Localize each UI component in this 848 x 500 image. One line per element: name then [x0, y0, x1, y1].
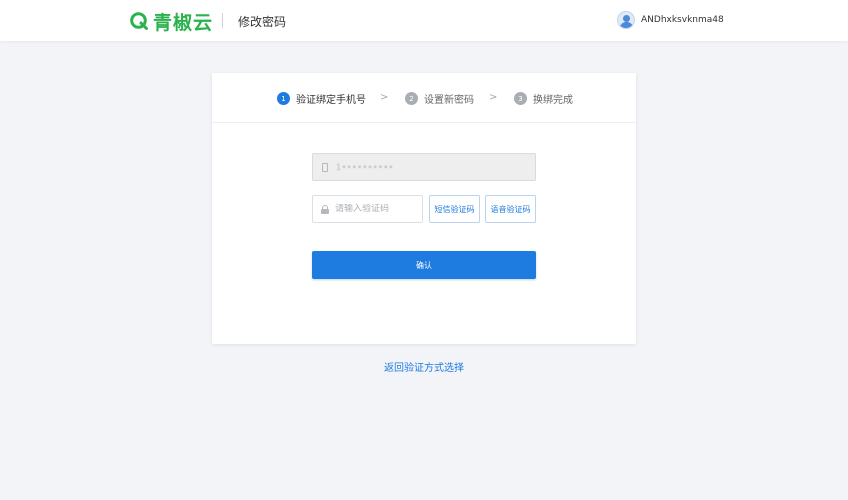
- step-2: 2 设置新密码: [405, 91, 474, 106]
- step-1-number: 1: [277, 92, 290, 105]
- phone-field: 1••••••••••: [312, 153, 536, 181]
- header-divider: [222, 13, 223, 28]
- chevron-right-icon: >: [489, 92, 498, 103]
- top-bar: 青椒云 修改密码 ANDhxksvknma48: [0, 0, 848, 41]
- step-1: 1 验证绑定手机号: [277, 91, 366, 106]
- step-2-label: 设置新密码: [424, 95, 474, 106]
- logo[interactable]: 青椒云: [129, 8, 213, 34]
- code-field[interactable]: [312, 195, 423, 223]
- step-3: 3 换绑完成: [514, 91, 573, 106]
- step-indicator: 1 验证绑定手机号 > 2 设置新密码 > 3 换绑完成: [212, 73, 636, 123]
- back-to-verify-method-link[interactable]: 返回验证方式选择: [0, 359, 848, 374]
- username: ANDhxksvknma48: [641, 15, 724, 25]
- page-title: 修改密码: [238, 15, 287, 29]
- confirm-button[interactable]: 确认: [312, 251, 536, 279]
- step-3-number: 3: [514, 92, 527, 105]
- verify-card: 1 验证绑定手机号 > 2 设置新密码 > 3 换绑完成 1••••••••••…: [212, 73, 636, 344]
- chevron-right-icon: >: [380, 92, 389, 103]
- avatar: [617, 11, 635, 29]
- step-3-label: 换绑完成: [533, 95, 573, 106]
- step-1-label: 验证绑定手机号: [296, 95, 366, 106]
- phone-value: 1••••••••••: [336, 162, 394, 172]
- voice-code-button[interactable]: 语音验证码: [485, 195, 536, 223]
- user-menu[interactable]: ANDhxksvknma48: [617, 11, 724, 29]
- logo-text: 青椒云: [153, 11, 214, 34]
- step-2-number: 2: [405, 92, 418, 105]
- sms-code-button[interactable]: 短信验证码: [429, 195, 480, 223]
- lock-icon: [321, 204, 329, 214]
- logo-q-icon: [130, 12, 148, 30]
- verification-code-input[interactable]: [335, 204, 420, 214]
- phone-icon: [322, 162, 328, 172]
